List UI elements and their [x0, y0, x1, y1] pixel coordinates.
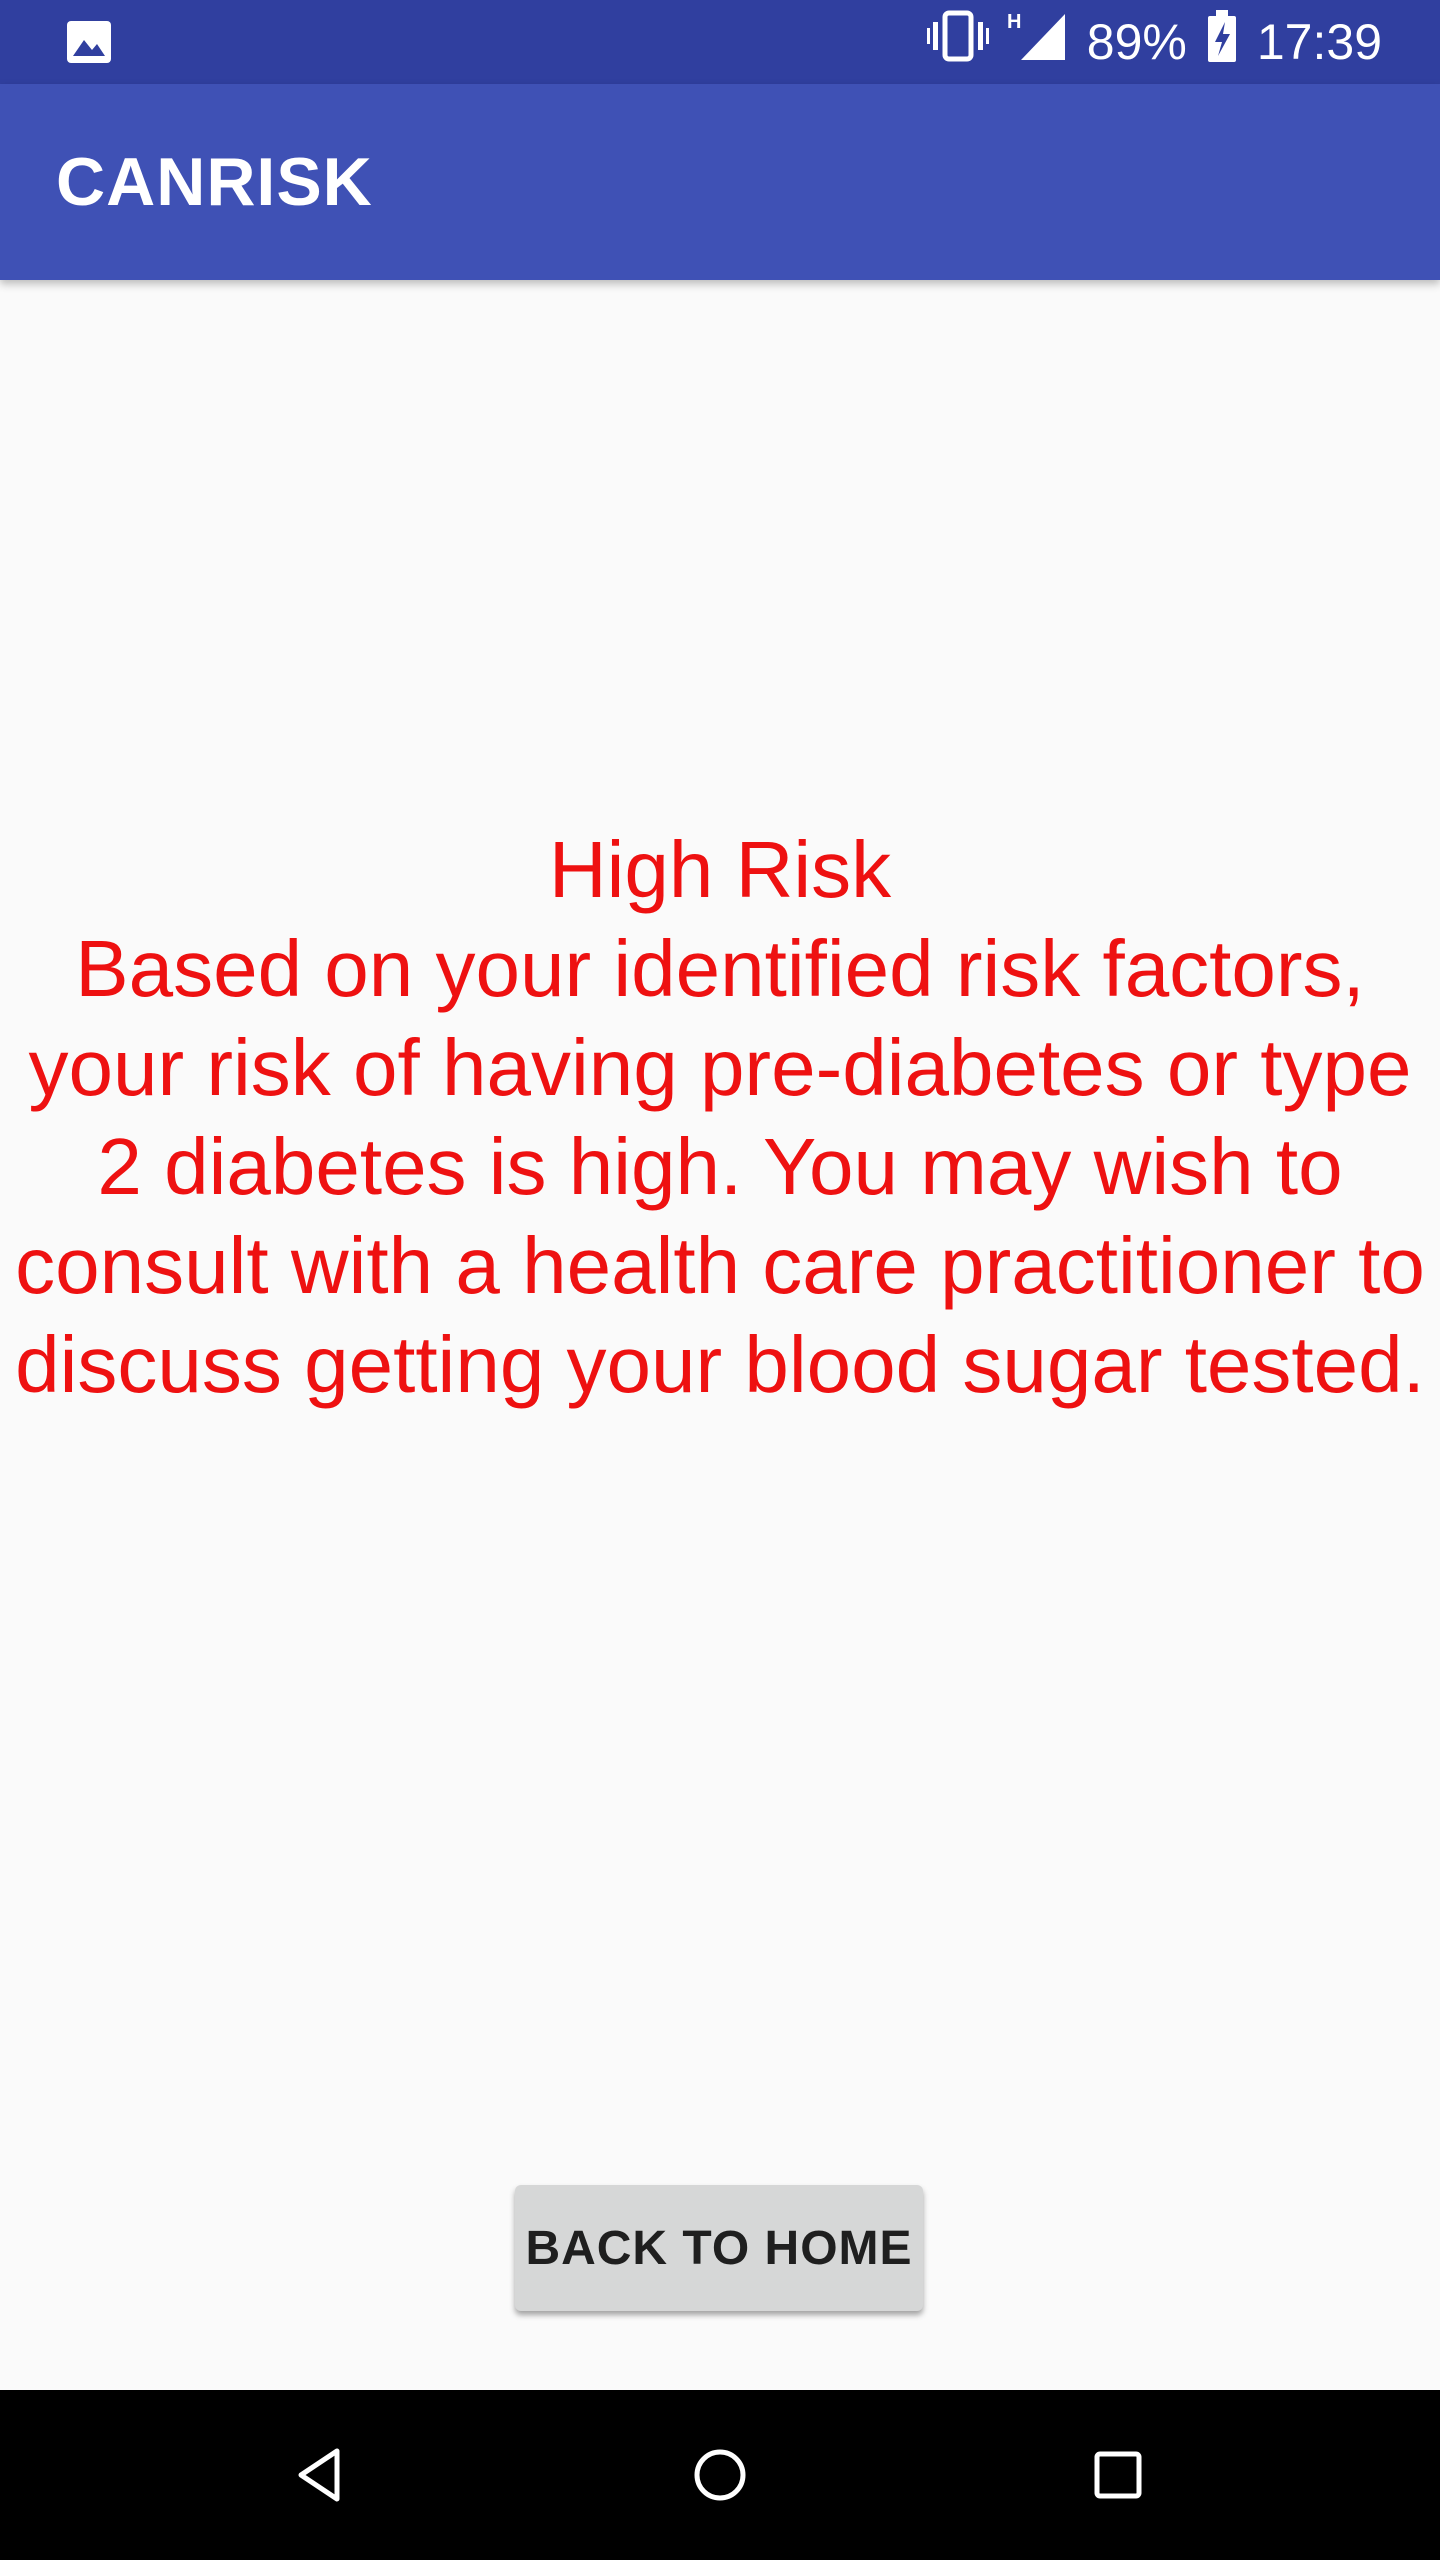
battery-percentage: 89% — [1086, 14, 1187, 70]
app-bar: CANRISK — [0, 84, 1440, 280]
back-icon[interactable] — [276, 2430, 366, 2520]
risk-message: Based on your identified risk factors, y… — [15, 924, 1425, 1409]
home-icon[interactable] — [675, 2430, 765, 2520]
network-type-label: H — [1007, 11, 1021, 33]
navigation-bar — [0, 2390, 1440, 2560]
battery-charging-icon — [1205, 8, 1239, 76]
risk-result: High Risk Based on your identified risk … — [0, 820, 1440, 1414]
signal-icon: H — [1007, 8, 1069, 76]
status-indicators: H 89% 17:39 — [926, 0, 1382, 84]
screen: H 89% 17:39 CANRISK High Risk Based on y… — [0, 0, 1440, 2560]
risk-level-title: High Risk — [548, 825, 892, 914]
app-title: CANRISK — [56, 144, 373, 220]
clock: 17:39 — [1256, 14, 1382, 70]
vibrate-icon — [926, 10, 989, 74]
recents-icon[interactable] — [1073, 2430, 1163, 2520]
result-content: High Risk Based on your identified risk … — [0, 280, 1440, 2390]
back-to-home-button[interactable]: BACK TO HOME — [515, 2185, 923, 2311]
status-bar: H 89% 17:39 — [0, 0, 1440, 84]
image-icon — [66, 20, 112, 64]
